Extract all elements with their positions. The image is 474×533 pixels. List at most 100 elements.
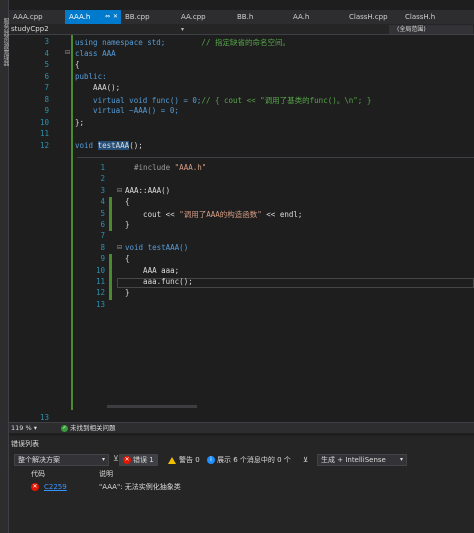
column-headers: 代码 说明	[9, 469, 474, 480]
collapse-icon[interactable]: ⊟	[117, 244, 122, 251]
change-indicator-bar	[71, 35, 73, 410]
filter-icon[interactable]: ⊻	[113, 454, 119, 463]
chevron-down-icon[interactable]: ▾	[34, 424, 37, 432]
line-number: 8	[100, 242, 105, 252]
code-token: void	[75, 140, 98, 150]
issues-indicator[interactable]: ✓ 未找到相关问题	[61, 423, 116, 434]
code-line[interactable]: cout << "调用了AAA的构造函数" << endl;	[125, 209, 302, 220]
error-description: "AAA": 无法实例化抽象类	[99, 483, 181, 491]
line-number: 12	[95, 288, 105, 298]
scope-dropdown[interactable]: (全局范围)	[389, 25, 473, 34]
errors-toggle[interactable]: ✕ 错误 1	[119, 454, 158, 466]
code-token: AAA aaa;	[125, 265, 180, 275]
tab-aaa-cpp[interactable]: AAA.cpp	[9, 10, 65, 24]
line-number: 5	[100, 208, 105, 218]
tab-label: AA.cpp	[181, 13, 206, 21]
code-line[interactable]: void testAAA();	[75, 140, 143, 150]
collapse-icon[interactable]: ⊟	[65, 49, 70, 56]
tab-aa-cpp[interactable]: AA.cpp	[177, 10, 233, 24]
code-token: public:	[75, 71, 107, 81]
line-number: 2	[100, 174, 105, 184]
close-icon[interactable]: ✕	[113, 10, 118, 24]
code-token: "AAA.h"	[174, 163, 207, 172]
change-indicator-bar	[109, 254, 112, 300]
error-list-panel: 错误列表 整个解决方案 ▾ ⊻ ✕ 错误 1 警告 0 i 展示 6 个消息中的 0 …	[9, 436, 474, 533]
chevron-down-icon[interactable]: ▾	[181, 24, 184, 35]
code-token: "调用了AAA的构造函数"	[179, 209, 262, 219]
line-number: 11	[39, 129, 49, 138]
code-line[interactable]: }	[125, 220, 130, 229]
code-token: AAA();	[75, 83, 121, 92]
check-icon: ✓	[61, 424, 68, 432]
tab-bb-cpp[interactable]: BB.cpp	[121, 10, 177, 24]
selected-identifier: testAAA	[97, 140, 130, 150]
line-number: 8	[44, 94, 49, 104]
tab-label: ClassH.h	[405, 13, 436, 21]
column-header-code[interactable]: 代码	[31, 469, 45, 480]
code-editor[interactable]: 3 using namespace std; // 指定缺省的命名空间。 4 clas…	[9, 35, 474, 422]
navigation-bar: studyCpp2 ▾ (全局范围)	[9, 24, 474, 35]
chevron-down-icon: ▾	[101, 456, 105, 463]
warning-icon	[168, 456, 176, 464]
server-explorer-strip[interactable]: 服务器资源管理器	[0, 0, 9, 533]
filter-clear-icon[interactable]: ⊻	[299, 454, 312, 466]
editor-status-bar: 119 % ▾ ✓ 未找到相关问题	[9, 422, 474, 433]
warnings-toggle[interactable]: 警告 0	[164, 454, 204, 466]
pin-icon[interactable]: ⇔	[105, 10, 110, 24]
code-line[interactable]: class AAA	[75, 49, 116, 58]
code-line[interactable]: aaa.func();	[125, 277, 193, 286]
chevron-down-icon: ▾	[399, 456, 403, 463]
code-line[interactable]: }	[125, 288, 130, 297]
issues-text: 未找到相关问题	[70, 424, 116, 432]
tab-aa-h[interactable]: AA.h	[289, 10, 345, 24]
code-token: class AAA	[75, 48, 116, 58]
code-line[interactable]: {	[125, 254, 130, 263]
code-token: virtual ~AAA() = 0;	[75, 106, 179, 115]
source-select[interactable]: 生成 + IntelliSense ▾	[317, 454, 407, 466]
line-number: 12	[39, 140, 49, 150]
code-token: }	[125, 288, 130, 298]
scope-select[interactable]: 整个解决方案 ▾	[14, 454, 109, 466]
project-dropdown[interactable]: studyCpp2	[11, 24, 49, 35]
code-token: };	[75, 117, 85, 127]
code-line[interactable]: virtual ~AAA() = 0;	[75, 106, 179, 115]
line-number: 10	[39, 117, 49, 127]
code-line[interactable]: AAA();	[75, 83, 120, 92]
tab-bb-h[interactable]: BB.h	[233, 10, 289, 24]
code-line[interactable]: AAA::AAA()	[125, 186, 170, 195]
code-line[interactable]: AAA aaa;	[125, 266, 179, 275]
tab-classh-h[interactable]: ClassH.h	[401, 10, 457, 24]
table-row[interactable]: ✕ C2259 "AAA": 无法实例化抽象类	[9, 482, 474, 493]
code-line[interactable]: {	[125, 197, 130, 206]
tab-label: AAA.cpp	[13, 13, 43, 21]
code-line[interactable]: };	[75, 118, 84, 127]
line-number: 13	[95, 299, 105, 309]
code-line[interactable]: {	[75, 60, 80, 69]
line-number: 13	[39, 413, 49, 422]
collapse-icon[interactable]: ⊟	[117, 187, 122, 194]
line-number: 9	[100, 254, 105, 264]
code-token: void testAAA()	[125, 242, 189, 252]
tab-classh-cpp[interactable]: ClassH.cpp	[345, 10, 401, 24]
error-code-link[interactable]: C2259	[44, 482, 67, 493]
code-line[interactable]: public:	[75, 72, 107, 81]
info-icon: i	[207, 456, 215, 464]
code-line[interactable]: using namespace std; // 指定缺省的命名空间。	[75, 37, 290, 48]
tab-label: AA.h	[293, 13, 310, 21]
error-icon: ✕	[31, 483, 39, 491]
error-icon: ✕	[123, 456, 131, 464]
horizontal-scrollbar[interactable]	[107, 405, 197, 408]
tab-aaa-h[interactable]: AAA.h ⇔ ✕	[65, 10, 121, 24]
line-number: 11	[95, 277, 105, 286]
code-line[interactable]: #include "AAA.h"	[125, 163, 206, 172]
line-number: 1	[100, 163, 105, 172]
code-token: #include	[125, 163, 175, 172]
zoom-level[interactable]: 119 % ▾	[11, 423, 37, 434]
code-line[interactable]: void testAAA()	[125, 243, 188, 252]
line-number: 6	[100, 220, 105, 229]
line-number: 3	[44, 37, 49, 46]
messages-toggle[interactable]: i 展示 6 个消息中的 0 个	[203, 454, 295, 466]
code-line[interactable]: virtual void func() = 0;// { cout << "调用…	[75, 95, 371, 106]
peek-definition-editor[interactable]: 1 #include "AAA.h" 2 3 AAA::AAA() 4{5 cout <…	[77, 157, 474, 412]
column-header-desc[interactable]: 说明	[99, 469, 113, 480]
